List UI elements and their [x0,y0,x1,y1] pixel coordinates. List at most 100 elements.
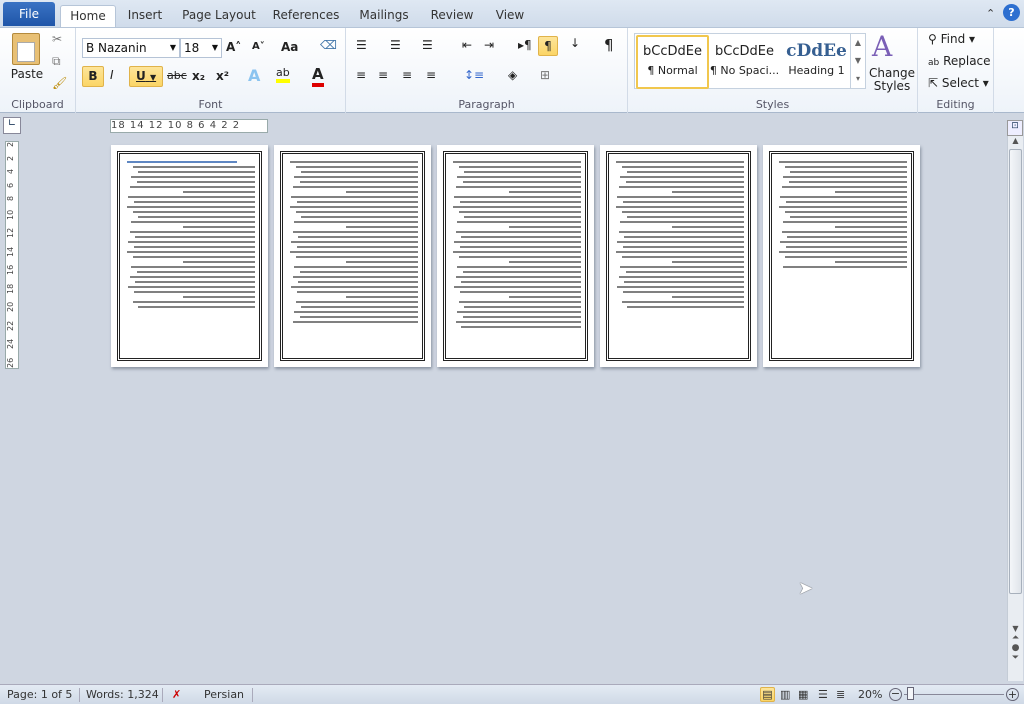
superscript-button[interactable]: x² [216,69,229,83]
format-painter-icon[interactable]: 🖌 [52,76,67,90]
document-page[interactable] [274,145,431,367]
replace-button[interactable]: ab Replace [928,54,991,68]
tab-view[interactable]: View [488,5,532,28]
text-line [295,256,418,258]
tab-file[interactable]: File [3,2,55,26]
zoom-level[interactable]: 20% [858,685,882,704]
page-border [443,151,588,361]
horizontal-ruler[interactable]: 18 14 12 10 8 6 4 2 2 [110,119,268,133]
view-ruler-icon[interactable]: ⊡ [1007,120,1023,136]
text-line [296,201,418,203]
zoom-in-icon[interactable]: + [1006,688,1019,701]
tab-home[interactable]: Home [60,5,116,28]
select-button[interactable]: ⇱ Select ▾ [928,76,989,90]
full-screen-reading-icon[interactable]: ▥ [780,685,790,704]
document-page[interactable] [600,145,757,367]
language[interactable]: Persian [204,685,244,704]
rtl-icon[interactable]: ¶ [538,36,558,56]
text-line [454,241,581,243]
text-line [790,171,907,173]
vertical-scrollbar[interactable]: ▲ ▼ ⏶ ● ⏷ [1007,136,1023,681]
document-page[interactable] [763,145,920,367]
next-page-icon[interactable]: ⏷ [1008,653,1023,663]
find-label: Find [940,32,966,46]
style-preview: bCcDdEe [715,44,774,59]
browse-object-icon[interactable]: ● [1008,643,1023,653]
replace-label: Replace [943,54,991,68]
tab-page-layout[interactable]: Page Layout [180,5,258,28]
document-page[interactable] [111,145,268,367]
change-case-button[interactable]: Aa [281,40,298,54]
tab-mailings[interactable]: Mailings [352,5,416,28]
ruler-tick: 14 [6,246,15,257]
style-normal[interactable]: bCcDdEe ¶ Normal [636,35,709,89]
font-color-icon[interactable]: A [312,65,324,87]
numbering-icon[interactable]: ☰ [390,38,401,52]
tab-stop-selector[interactable]: ∟ [3,117,21,134]
text-line [294,266,418,268]
font-name-select[interactable]: B Nazanin ▼ [82,38,180,58]
shading-icon[interactable]: ◈ [508,68,517,82]
zoom-slider[interactable] [904,694,1004,695]
scroll-down-icon[interactable]: ▼ [1008,624,1023,633]
subscript-button[interactable]: x₂ [192,69,205,83]
align-center-icon[interactable]: ≡ [378,68,388,82]
text-line [462,271,581,273]
help-icon[interactable]: ? [1003,4,1020,21]
increase-indent-icon[interactable]: ⇥ [484,38,494,52]
align-left-icon[interactable]: ≡ [356,68,366,82]
draft-icon[interactable]: ≣ [836,685,845,704]
zoom-out-icon[interactable]: − [889,688,902,701]
paste-icon[interactable] [12,33,40,65]
minimize-ribbon-icon[interactable]: ⌃ [986,7,995,20]
text-effects-icon[interactable]: A [248,66,260,85]
change-styles-icon[interactable]: A [872,30,892,63]
shrink-font-button[interactable]: A˅ [252,41,265,52]
ruler-tick: 18 [6,283,15,294]
line-spacing-icon[interactable]: ↕≡ [464,68,484,82]
web-layout-icon[interactable]: ▦ [798,685,808,704]
bullets-icon[interactable]: ☰ [356,38,367,52]
font-size-select[interactable]: 18 ▼ [180,38,222,58]
decrease-indent-icon[interactable]: ⇤ [462,38,472,52]
paste-button[interactable]: Paste [8,67,46,81]
highlight-icon[interactable]: ab [276,66,290,83]
page-count[interactable]: Page: 1 of 5 [7,685,72,704]
style-no-spacing[interactable]: bCcDdEe ¶ No Spaci... [708,35,781,89]
multilevel-list-icon[interactable]: ☰ [422,38,433,52]
style-heading-1[interactable]: cDdEe Heading 1 [780,35,853,89]
scroll-up-icon[interactable]: ▲ [1008,136,1023,145]
zoom-slider-thumb[interactable] [906,687,914,700]
previous-page-icon[interactable]: ⏶ [1008,633,1023,643]
print-layout-icon[interactable]: ▤ [760,687,775,702]
ruler-tick: 16 [6,265,15,276]
clear-formatting-icon[interactable]: ⌫ [320,38,337,52]
copy-icon[interactable]: ⧉ [52,54,61,69]
tab-review[interactable]: Review [426,5,478,28]
ltr-icon[interactable]: ▸¶ [518,38,532,52]
underline-button[interactable]: U ▼ [129,66,163,87]
proofing-icon[interactable]: ✗ [172,685,181,704]
bold-button[interactable]: B [82,66,104,87]
outline-icon[interactable]: ☰ [818,685,828,704]
grow-font-button[interactable]: A˄ [226,40,241,54]
text-line [132,211,255,213]
text-line [622,246,744,248]
borders-icon[interactable]: ⊞ [540,68,550,82]
align-right-icon[interactable]: ≡ [402,68,412,82]
scrollbar-thumb[interactable] [1009,149,1022,594]
tab-insert[interactable]: Insert [122,5,168,28]
word-count[interactable]: Words: 1,324 [86,685,159,704]
cut-icon[interactable]: ✂ [52,32,62,46]
document-page[interactable] [437,145,594,367]
change-styles-button[interactable]: Change Styles [868,67,916,93]
styles-scroll[interactable]: ▲ ▼ ▾ [850,34,865,88]
justify-icon[interactable]: ≡ [426,68,436,82]
show-formatting-icon[interactable]: ¶ [604,36,614,54]
vertical-ruler[interactable]: 26 24 22 20 18 16 14 12 10 8 6 4 2 2 [5,141,19,369]
italic-button[interactable]: I [110,68,114,82]
sort-icon[interactable]: ↓ [570,36,580,50]
find-button[interactable]: ⚲ Find ▾ [928,32,975,46]
strikethrough-button[interactable]: abc [167,69,187,82]
tab-references[interactable]: References [270,5,342,28]
